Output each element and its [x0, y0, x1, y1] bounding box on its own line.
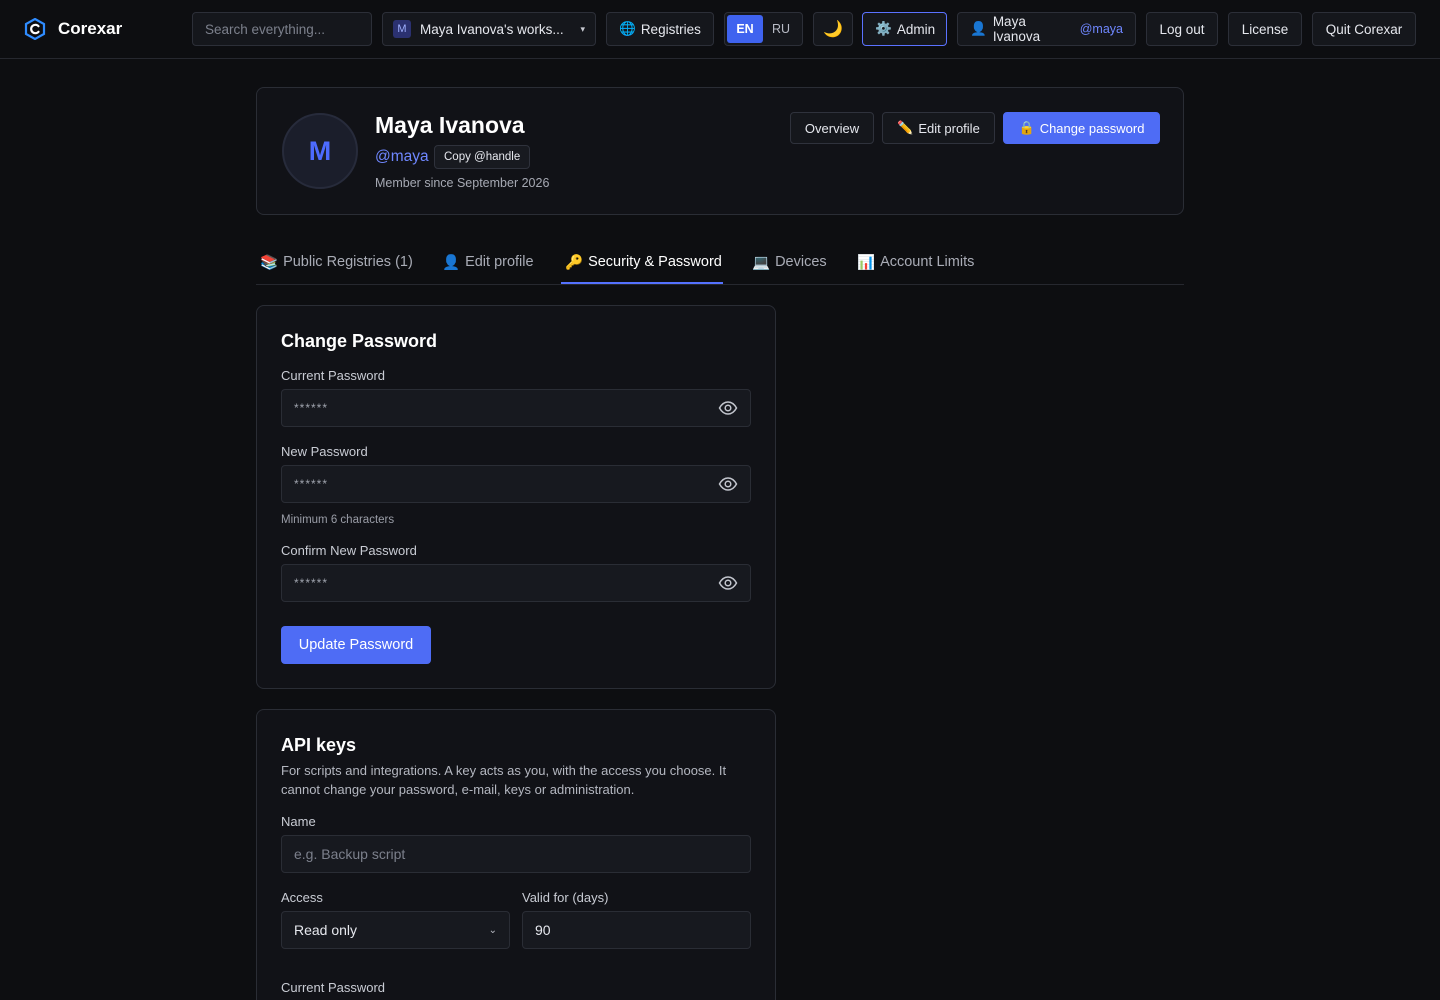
avatar: M: [282, 113, 358, 189]
brand[interactable]: Corexar: [24, 17, 122, 41]
user-handle: @maya: [1079, 22, 1123, 36]
workspace-switcher[interactable]: M Maya Ivanova's works... ▾: [382, 12, 596, 46]
confirm-password-field[interactable]: ******: [281, 564, 751, 602]
new-password-field[interactable]: ******: [281, 465, 751, 503]
edit-profile-label: Edit profile: [918, 120, 980, 136]
tab-security-password[interactable]: 🔑 Security & Password: [565, 240, 722, 284]
change-password-button[interactable]: 🔒 Change password: [1003, 112, 1160, 144]
lang-ru-button[interactable]: RU: [763, 15, 799, 43]
workspace-badge: M: [393, 20, 411, 38]
top-bar: Corexar Search everything... M Maya Ivan…: [0, 0, 1440, 59]
key-name-label: Name: [281, 814, 316, 829]
user-icon: 👤: [442, 254, 461, 271]
user-menu[interactable]: 👤 Maya Ivanova @maya: [957, 12, 1136, 46]
quit-label: Quit Corexar: [1325, 21, 1403, 37]
lang-en-button[interactable]: EN: [727, 15, 763, 43]
workspace-name: Maya Ivanova's works...: [420, 21, 564, 37]
eye-icon[interactable]: [718, 398, 738, 418]
key-name-input[interactable]: e.g. Backup script: [281, 835, 751, 873]
chevron-down-icon: ⌄: [488, 924, 497, 936]
license-label: License: [1241, 21, 1289, 37]
panel-title: API keys: [281, 735, 357, 755]
access-select[interactable]: Read only ⌄: [281, 911, 510, 949]
overview-button[interactable]: Overview: [790, 112, 874, 144]
copy-handle-button[interactable]: Copy @handle: [434, 145, 531, 169]
current-password-label: Current Password: [281, 368, 386, 383]
active-tab-indicator: [561, 282, 723, 284]
tab-label: Account Limits: [880, 254, 975, 270]
logout-button[interactable]: Log out: [1146, 12, 1218, 46]
user-name: Maya Ivanova: [992, 14, 1041, 44]
change-password-label: Change password: [1039, 120, 1145, 136]
access-label: Access: [281, 890, 323, 905]
pencil-icon: ✏️: [897, 120, 914, 135]
tab-label: Edit profile: [465, 254, 534, 270]
registries-label: Registries: [640, 21, 701, 37]
new-password-label: New Password: [281, 444, 368, 459]
confirm-password-value: ******: [294, 576, 329, 590]
tab-account-limits[interactable]: 📊 Account Limits: [857, 240, 974, 284]
language-switcher: EN RU: [724, 12, 803, 46]
quit-button[interactable]: Quit Corexar: [1312, 12, 1416, 46]
gear-icon: ⚙️: [875, 21, 892, 36]
overview-label: Overview: [804, 120, 860, 136]
key-name-placeholder: e.g. Backup script: [294, 846, 406, 862]
current-password-value: ******: [294, 401, 329, 415]
profile-name: Maya Ivanova: [375, 112, 525, 138]
profile-handle: @maya: [375, 148, 429, 165]
tab-edit-profile[interactable]: 👤 Edit profile: [442, 240, 534, 284]
profile-tabs: 📚 Public Registries (1) 👤 Edit profile 🔑…: [256, 240, 1184, 285]
tab-public-registries[interactable]: 📚 Public Registries (1): [260, 240, 413, 284]
lock-icon: 🔒: [1018, 120, 1035, 135]
change-password-panel: Change Password Current Password ****** …: [256, 305, 776, 689]
tab-devices[interactable]: 💻 Devices: [752, 240, 827, 284]
books-icon: 📚: [260, 254, 279, 271]
tab-label: Security & Password: [588, 254, 722, 270]
key-icon: 🔑: [565, 254, 584, 271]
valid-for-input[interactable]: 90: [522, 911, 751, 949]
valid-for-label: Valid for (days): [522, 890, 609, 905]
password-hint: Minimum 6 characters: [281, 514, 395, 526]
brand-name: Corexar: [58, 19, 123, 38]
license-button[interactable]: License: [1228, 12, 1302, 46]
corexar-logo-icon: [24, 18, 46, 40]
globe-icon: 🌐: [619, 21, 636, 36]
moon-icon: 🌙: [823, 21, 843, 38]
logout-label: Log out: [1159, 21, 1205, 37]
laptop-icon: 💻: [752, 254, 771, 271]
admin-button[interactable]: ⚙️ Admin: [862, 12, 947, 46]
access-value: Read only: [294, 922, 358, 938]
eye-icon[interactable]: [718, 474, 738, 494]
search-input[interactable]: Search everything...: [192, 12, 372, 46]
member-since: Member since September 2026: [375, 176, 550, 190]
edit-profile-button[interactable]: ✏️ Edit profile: [882, 112, 995, 144]
admin-label: Admin: [896, 21, 936, 37]
theme-toggle[interactable]: 🌙: [813, 12, 853, 46]
api-keys-panel: API keys For scripts and integrations. A…: [256, 709, 776, 1000]
tab-label: Public Registries (1): [283, 254, 413, 270]
valid-for-value: 90: [535, 922, 551, 938]
confirm-password-label: Confirm New Password: [281, 543, 417, 558]
panel-title: Change Password: [281, 331, 438, 351]
tab-label: Devices: [775, 254, 827, 270]
registries-button[interactable]: 🌐 Registries: [606, 12, 714, 46]
new-password-value: ******: [294, 477, 329, 491]
eye-icon[interactable]: [718, 573, 738, 593]
chart-icon: 📊: [857, 254, 876, 271]
current-password-field[interactable]: ******: [281, 389, 751, 427]
api-keys-description: For scripts and integrations. A key acts…: [281, 763, 727, 797]
chevron-down-icon: ▾: [580, 23, 585, 34]
api-current-password-label: Current Password: [281, 980, 386, 995]
search-placeholder: Search everything...: [205, 21, 326, 37]
user-icon: 👤: [970, 21, 987, 36]
profile-card: M Maya Ivanova @maya Copy @handle Member…: [256, 87, 1184, 215]
update-password-button[interactable]: Update Password: [281, 626, 431, 664]
